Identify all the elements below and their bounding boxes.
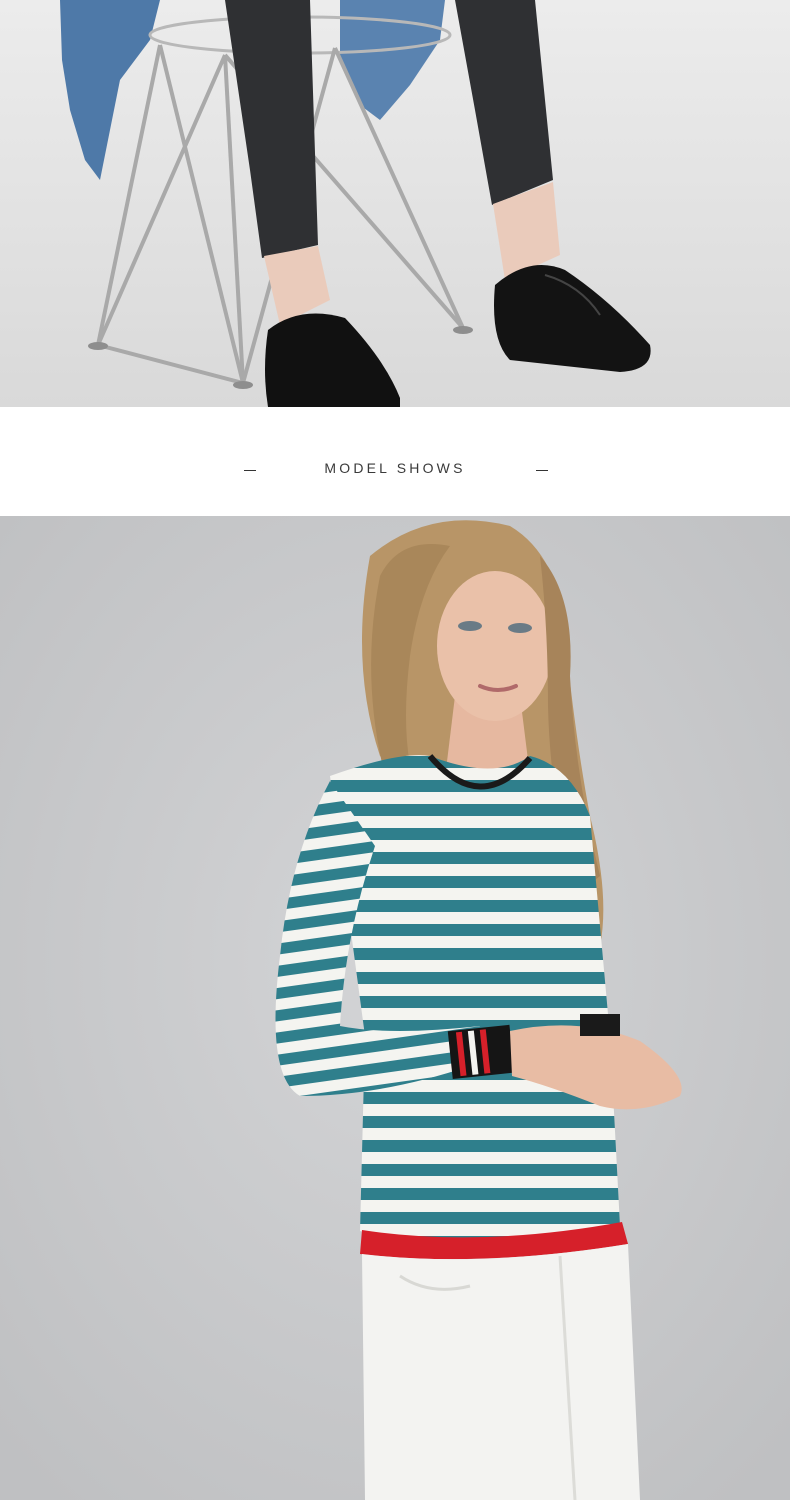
heading-right-dash xyxy=(536,470,548,471)
model-photo xyxy=(0,516,790,1500)
legs-chair-shoes-illustration xyxy=(0,0,790,407)
face xyxy=(437,571,553,721)
striped-sweater xyxy=(330,755,620,1245)
white-pants xyxy=(362,1244,640,1500)
top-product-photo xyxy=(0,0,790,407)
section-heading-title: MODEL SHOWS xyxy=(324,460,466,476)
model-striped-sweater-illustration xyxy=(0,516,790,1500)
